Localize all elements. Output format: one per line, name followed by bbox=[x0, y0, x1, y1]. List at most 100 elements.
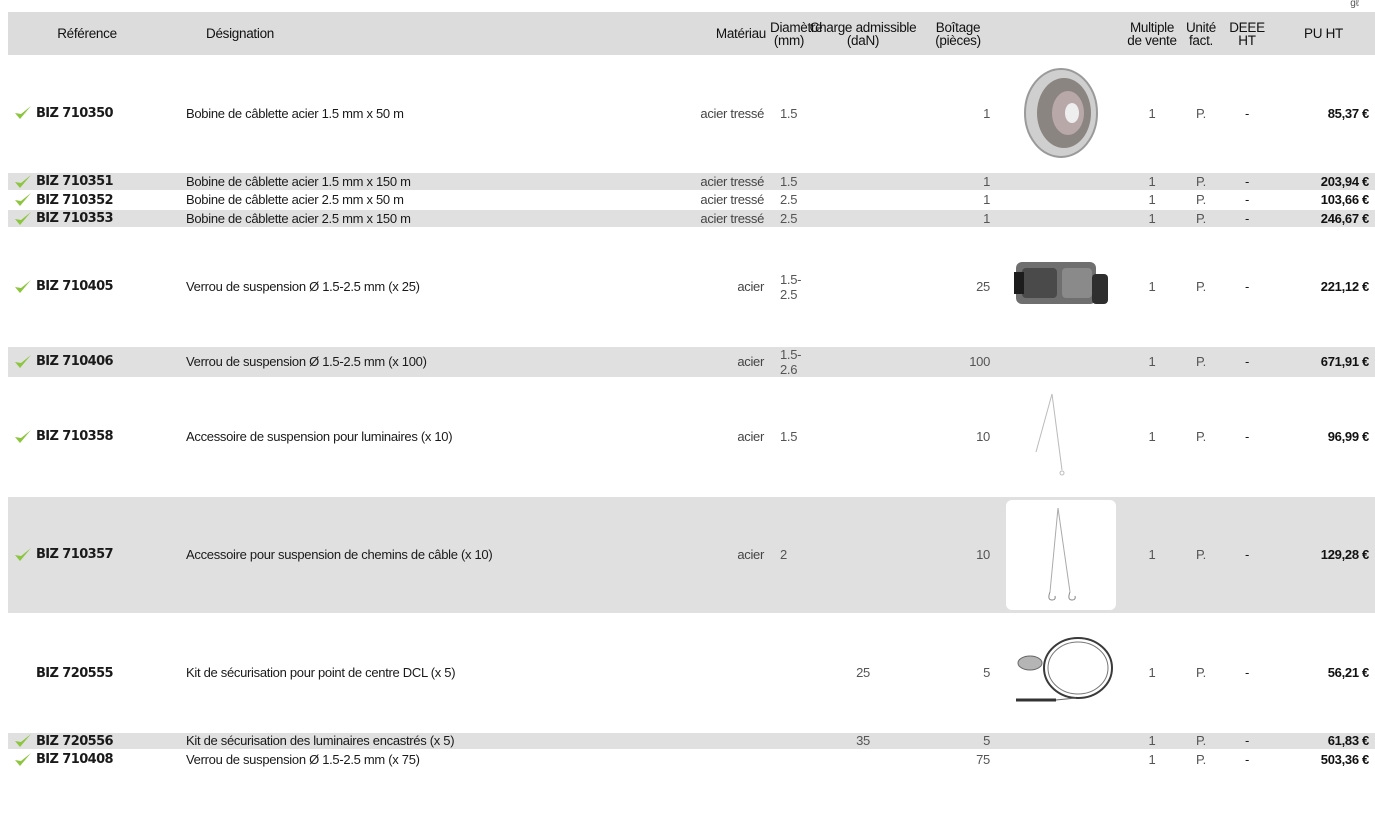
cable-tray-suspension-image bbox=[1006, 499, 1116, 610]
designation-cell: Bobine de câblette acier 1.5 mm x 50 m bbox=[166, 55, 658, 172]
price-cell: 61,83 € bbox=[1272, 730, 1375, 751]
price-cell: 96,99 € bbox=[1272, 376, 1375, 496]
reference-cell: BIZ 710352 bbox=[8, 189, 166, 210]
unite-cell: P. bbox=[1180, 749, 1222, 769]
designation-cell: Verrou de suspension Ø 1.5-2.5 mm (x 75) bbox=[166, 749, 658, 769]
multiple-cell: 1 bbox=[1124, 226, 1180, 346]
reference-code[interactable]: BIZ 710405 bbox=[36, 279, 114, 294]
deee-cell: - bbox=[1222, 749, 1272, 769]
product-table: Référence Désignation Matériau Diamètre … bbox=[8, 12, 1375, 769]
table-row: BIZ 710350 Bobine de câblette acier 1.5 … bbox=[8, 55, 1375, 172]
price-cell: 103,66 € bbox=[1272, 189, 1375, 210]
charge-cell: 25 bbox=[808, 612, 918, 732]
reference-cell: BIZ 710357 bbox=[8, 494, 166, 614]
reference-cell: BIZ 710405 bbox=[8, 226, 166, 346]
reference-code[interactable]: BIZ 710353 bbox=[36, 211, 114, 226]
deee-cell: - bbox=[1222, 376, 1272, 496]
reference-cell: BIZ 720556 bbox=[8, 730, 166, 751]
header-boitage: Boîtage (pièces) bbox=[918, 12, 998, 55]
unite-cell: P. bbox=[1180, 208, 1222, 228]
boitage-cell: 5 bbox=[918, 730, 998, 751]
reference-code[interactable]: BIZ 710358 bbox=[36, 429, 114, 444]
unite-cell: P. bbox=[1180, 55, 1222, 172]
table-row: BIZ 710408 Verrou de suspension Ø 1.5-2.… bbox=[8, 749, 1375, 769]
table-row: BIZ 710358 Accessoire de suspension pour… bbox=[8, 376, 1375, 496]
table-row: BIZ 710352 Bobine de câblette acier 2.5 … bbox=[8, 189, 1375, 210]
image-cell bbox=[998, 226, 1124, 346]
luminaire-suspension-image bbox=[1006, 381, 1116, 492]
multiple-cell: 1 bbox=[1124, 189, 1180, 210]
reference-code[interactable]: BIZ 710357 bbox=[36, 547, 114, 562]
reference-cell: BIZ 720555 bbox=[8, 612, 166, 732]
header-reference: Référence bbox=[8, 12, 166, 55]
image-cell bbox=[998, 494, 1124, 614]
charge-cell bbox=[808, 208, 918, 228]
boitage-cell: 1 bbox=[918, 55, 998, 172]
reference-code[interactable]: BIZ 710350 bbox=[36, 106, 114, 121]
wire-spool-image bbox=[1006, 58, 1116, 168]
materiau-cell: acier bbox=[658, 376, 770, 496]
boitage-cell: 1 bbox=[918, 208, 998, 228]
reference-code[interactable]: BIZ 710351 bbox=[36, 174, 114, 189]
designation-cell: Kit de sécurisation des luminaires encas… bbox=[166, 730, 658, 751]
charge-cell bbox=[808, 171, 918, 191]
unite-cell: P. bbox=[1180, 226, 1222, 346]
multiple-cell: 1 bbox=[1124, 749, 1180, 769]
price-cell: 85,37 € bbox=[1272, 55, 1375, 172]
reference-code[interactable]: BIZ 710408 bbox=[36, 753, 114, 768]
image-cell bbox=[998, 612, 1124, 732]
charge-cell bbox=[808, 376, 918, 496]
diametre-cell: 1.5 bbox=[770, 376, 808, 496]
header-unite: Unité fact. bbox=[1180, 12, 1222, 55]
materiau-cell: acier tressé bbox=[658, 171, 770, 191]
reference-cell: BIZ 710350 bbox=[8, 55, 166, 172]
deee-cell: - bbox=[1222, 171, 1272, 191]
diametre-cell bbox=[770, 749, 808, 769]
header-designation: Désignation bbox=[166, 12, 658, 55]
charge-cell bbox=[808, 189, 918, 210]
designation-cell: Bobine de câblette acier 2.5 mm x 50 m bbox=[166, 189, 658, 210]
boitage-cell: 100 bbox=[918, 344, 998, 378]
header-diametre: Diamètre (mm) bbox=[770, 12, 823, 55]
boitage-cell: 5 bbox=[918, 612, 998, 732]
designation-cell: Bobine de câblette acier 1.5 mm x 150 m bbox=[166, 171, 658, 191]
deee-cell: - bbox=[1222, 189, 1272, 210]
charge-cell: 35 bbox=[808, 730, 918, 751]
multiple-cell: 1 bbox=[1124, 55, 1180, 172]
designation-cell: Kit de sécurisation pour point de centre… bbox=[166, 612, 658, 732]
boitage-cell: 25 bbox=[918, 226, 998, 346]
price-cell: 129,28 € bbox=[1272, 494, 1375, 614]
deee-cell: - bbox=[1222, 612, 1272, 732]
materiau-cell bbox=[658, 749, 770, 769]
image-cell bbox=[998, 55, 1124, 172]
diametre-cell bbox=[770, 730, 808, 751]
unite-cell: P. bbox=[1180, 189, 1222, 210]
deee-cell: - bbox=[1222, 494, 1272, 614]
reference-cell: BIZ 710408 bbox=[8, 749, 166, 769]
image-cell bbox=[998, 189, 1124, 210]
deee-cell: - bbox=[1222, 208, 1272, 228]
materiau-cell: acier tressé bbox=[658, 208, 770, 228]
reference-code[interactable]: BIZ 710406 bbox=[36, 354, 114, 369]
price-cell: 56,21 € bbox=[1272, 612, 1375, 732]
unite-cell: P. bbox=[1180, 730, 1222, 751]
header-price: PU HT bbox=[1272, 12, 1375, 55]
designation-cell: Verrou de suspension Ø 1.5-2.5 mm (x 100… bbox=[166, 344, 658, 378]
unite-cell: P. bbox=[1180, 612, 1222, 732]
materiau-cell bbox=[658, 730, 770, 751]
diametre-cell bbox=[770, 612, 808, 732]
price-cell: 671,91 € bbox=[1272, 344, 1375, 378]
deee-cell: - bbox=[1222, 730, 1272, 751]
suspension-lock-image bbox=[1006, 231, 1116, 342]
image-cell bbox=[998, 376, 1124, 496]
multiple-cell: 1 bbox=[1124, 171, 1180, 191]
table-row: BIZ 710353 Bobine de câblette acier 2.5 … bbox=[8, 208, 1375, 228]
reference-code[interactable]: BIZ 720556 bbox=[36, 734, 114, 749]
reference-code[interactable]: BIZ 720555 bbox=[36, 666, 114, 681]
image-cell bbox=[998, 208, 1124, 228]
materiau-cell: acier tressé bbox=[658, 189, 770, 210]
reference-code[interactable]: BIZ 710352 bbox=[36, 193, 114, 208]
header-materiau: Matériau bbox=[658, 12, 770, 55]
designation-cell: Bobine de câblette acier 2.5 mm x 150 m bbox=[166, 208, 658, 228]
charge-cell bbox=[808, 344, 918, 378]
